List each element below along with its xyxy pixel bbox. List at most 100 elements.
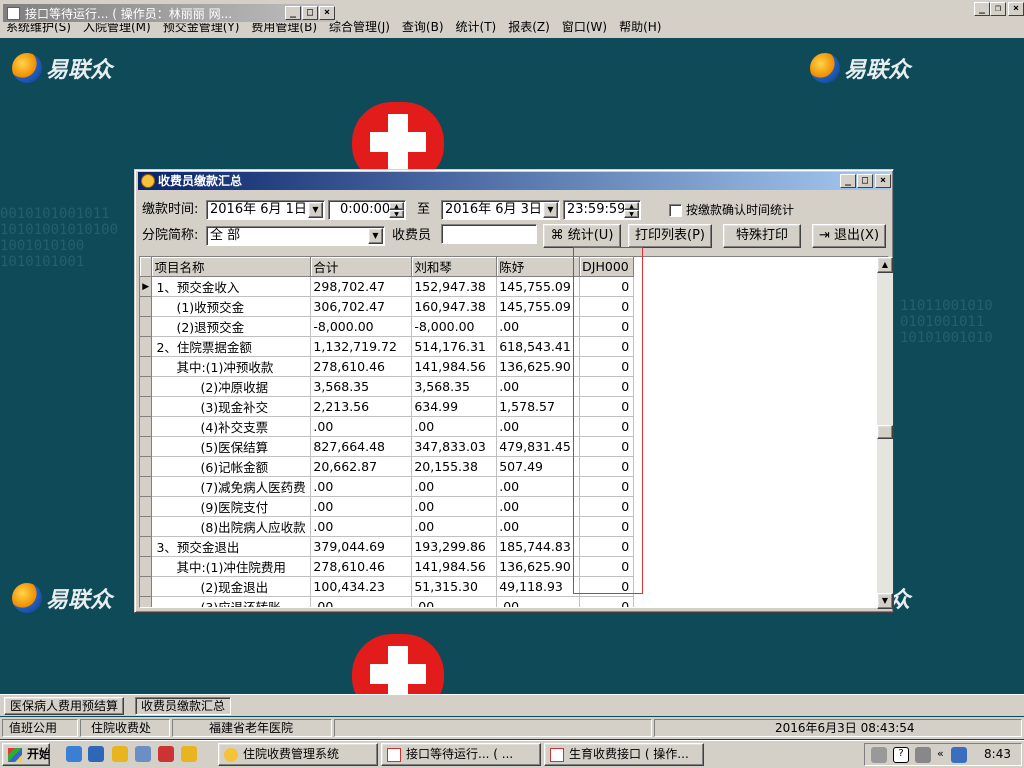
special-print-button[interactable]: 特殊打印 [723,224,801,248]
table-cell[interactable]: .00 [310,516,413,537]
table-row[interactable]: 其中:(1)冲预收款 278,610.46 141,984.56 136,625.90… [140,356,888,377]
table-cell[interactable]: 152,947.38 [411,276,498,297]
table-cell[interactable]: 160,947.38 [411,296,498,317]
table-cell[interactable]: 2、住院票据金额 [151,336,312,357]
row-indicator[interactable] [140,296,153,317]
help-icon[interactable]: ? [893,747,909,763]
start-button[interactable]: 开始 [2,743,50,766]
table-cell[interactable]: .00 [496,416,581,437]
table-cell[interactable]: 145,755.09 [496,276,581,297]
table-row[interactable]: 2、住院票据金额 1,132,719.72 514,176.31 618,543.41… [140,336,888,357]
spin-down-icon[interactable]: ▼ [624,210,639,218]
table-cell[interactable]: (3)应退还转账 [151,596,312,607]
table-cell[interactable]: .00 [496,476,581,497]
cashier-input[interactable] [441,224,537,244]
table-cell[interactable]: 145,755.09 [496,296,581,317]
row-indicator[interactable] [140,576,153,597]
chevron-down-icon[interactable]: ▼ [308,202,323,218]
vertical-scrollbar[interactable]: ▲ ▼ [877,257,893,609]
table-row[interactable]: (5)医保结算 827,664.48 347,833.03 479,831.45 0 [140,436,888,457]
table-cell[interactable]: (8)出院病人应收款 [151,516,312,537]
app-icon[interactable] [158,746,174,762]
table-row[interactable]: (4)补交支票 .00.00.00 0 [140,416,888,437]
scroll-down-icon[interactable]: ▼ [877,593,893,609]
close-icon[interactable]: × [319,6,335,20]
row-indicator[interactable] [140,336,153,357]
minimize-icon[interactable]: _ [285,6,301,20]
table-row[interactable]: (6)记帐金额 20,662.87 20,155.38 507.49 0 [140,456,888,477]
table-cell[interactable]: 其中:(1)冲住院费用 [151,556,312,577]
menu-item[interactable]: 报表(Z) [502,18,556,36]
table-cell[interactable]: (5)医保结算 [151,436,312,457]
table-row[interactable]: ▶ 1、预交金收入 298,702.47 152,947.38 145,755.09 0 [140,276,888,297]
maximize-icon[interactable]: □ [302,6,318,20]
column-header[interactable]: 陈妤 [496,257,581,277]
table-cell[interactable]: 136,625.90 [496,356,581,377]
table-row[interactable]: 3、预交金退出 379,044.69 193,299.86 185,744.83 0 [140,536,888,557]
table-cell[interactable]: .00 [411,416,498,437]
table-cell[interactable]: .00 [310,416,413,437]
table-cell[interactable]: 2,213.56 [310,396,413,417]
table-cell[interactable]: (2)现金退出 [151,576,312,597]
spin-up-icon[interactable]: ▲ [389,202,404,210]
table-cell[interactable]: (6)记帐金额 [151,456,312,477]
row-indicator[interactable] [140,316,153,337]
network-icon[interactable] [915,747,931,763]
table-cell[interactable]: 141,984.56 [411,556,498,577]
table-cell[interactable]: 1,578.57 [496,396,581,417]
table-cell[interactable]: .00 [496,516,581,537]
table-cell[interactable]: 51,315.30 [411,576,498,597]
column-header[interactable]: 项目名称 [151,257,312,277]
restore-icon[interactable]: ❐ [990,2,1006,16]
task-maternity-interface[interactable]: 生育收费接口 ( 操作... [544,743,704,766]
table-cell[interactable]: 20,662.87 [310,456,413,477]
table-row[interactable]: (2)现金退出 100,434.23 51,315.30 49,118.93 0 [140,576,888,597]
confirm-time-checkbox[interactable] [669,204,682,217]
table-cell[interactable]: 20,155.38 [411,456,498,477]
table-cell[interactable]: 1、预交金收入 [151,276,312,297]
table-cell[interactable]: (2)冲原收据 [151,376,312,397]
table-cell[interactable]: 634.99 [411,396,498,417]
tab-insurance-prepay[interactable]: 医保病人费用预结算 [4,697,125,715]
table-cell[interactable]: 514,176.31 [411,336,498,357]
menu-item[interactable]: 统计(T) [450,18,503,36]
row-indicator[interactable] [140,556,153,577]
table-cell[interactable]: .00 [411,476,498,497]
document-icon[interactable] [135,746,151,762]
table-cell[interactable]: 141,984.56 [411,356,498,377]
table-cell[interactable]: (7)减免病人医药费 [151,476,312,497]
table-cell[interactable]: 49,118.93 [496,576,581,597]
table-cell[interactable]: .00 [310,476,413,497]
table-cell[interactable]: 0 [579,596,635,607]
row-indicator[interactable] [140,376,153,397]
table-cell[interactable]: 347,833.03 [411,436,498,457]
table-row[interactable]: (9)医院支付 .00.00.00 0 [140,496,888,517]
stats-button[interactable]: ⌘ 统计(U) [543,224,621,248]
table-cell[interactable]: 3,568.35 [411,376,498,397]
end-time-spinner[interactable]: ▲ ▼ [624,202,639,218]
table-cell[interactable]: .00 [496,316,581,337]
row-indicator[interactable] [140,436,153,457]
app-icon[interactable] [181,746,197,762]
table-cell[interactable]: 379,044.69 [310,536,413,557]
table-cell[interactable]: 278,610.46 [310,556,413,577]
table-cell[interactable]: .00 [496,496,581,517]
minimize-icon[interactable]: _ [974,2,990,16]
scroll-thumb[interactable] [877,425,893,439]
exit-button[interactable]: ⇥ 退出(X) [812,224,886,248]
table-cell[interactable]: (4)补交支票 [151,416,312,437]
table-cell[interactable]: 306,702.47 [310,296,413,317]
table-cell[interactable]: (9)医院支付 [151,496,312,517]
table-cell[interactable]: 136,625.90 [496,556,581,577]
row-indicator[interactable]: ▶ [140,276,153,297]
row-indicator[interactable] [140,516,153,537]
maximize-icon[interactable]: □ [857,174,873,188]
menu-item[interactable]: 窗口(W) [556,18,613,36]
row-indicator[interactable] [140,496,153,517]
end-time-input[interactable]: 23:59:59 ▲ ▼ [563,200,641,220]
table-cell[interactable]: .00 [411,596,498,607]
row-indicator[interactable] [140,536,153,557]
table-cell[interactable]: (3)现金补交 [151,396,312,417]
ie-icon[interactable] [66,746,82,762]
table-cell[interactable]: .00 [496,596,581,607]
